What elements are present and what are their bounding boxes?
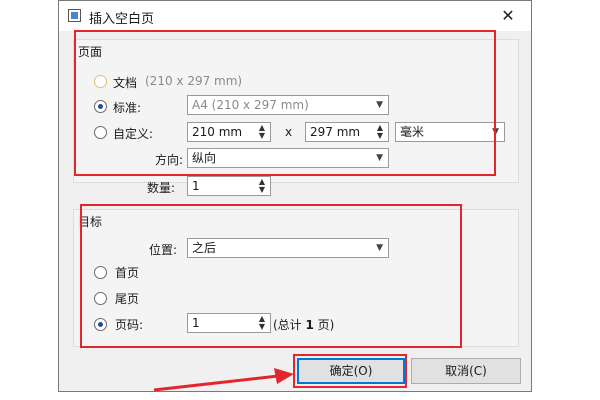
target-section-highlight — [80, 204, 462, 348]
window-title: 插入空白页 — [89, 12, 155, 27]
ok-button-highlight — [293, 354, 407, 388]
pointer-arrow-icon — [153, 368, 294, 392]
title-bar: 插入空白页 ✕ — [59, 1, 531, 31]
spin-arrows-icon[interactable]: ▲ ▼ — [257, 178, 267, 194]
count-spinbox[interactable]: 1 ▲ ▼ — [187, 176, 271, 196]
count-value: 1 — [192, 179, 200, 193]
close-button[interactable]: ✕ — [485, 1, 531, 31]
page-section-highlight — [74, 30, 496, 176]
app-icon — [68, 9, 81, 22]
cancel-button[interactable]: 取消(C) — [411, 358, 521, 384]
count-label: 数量: — [147, 181, 176, 195]
